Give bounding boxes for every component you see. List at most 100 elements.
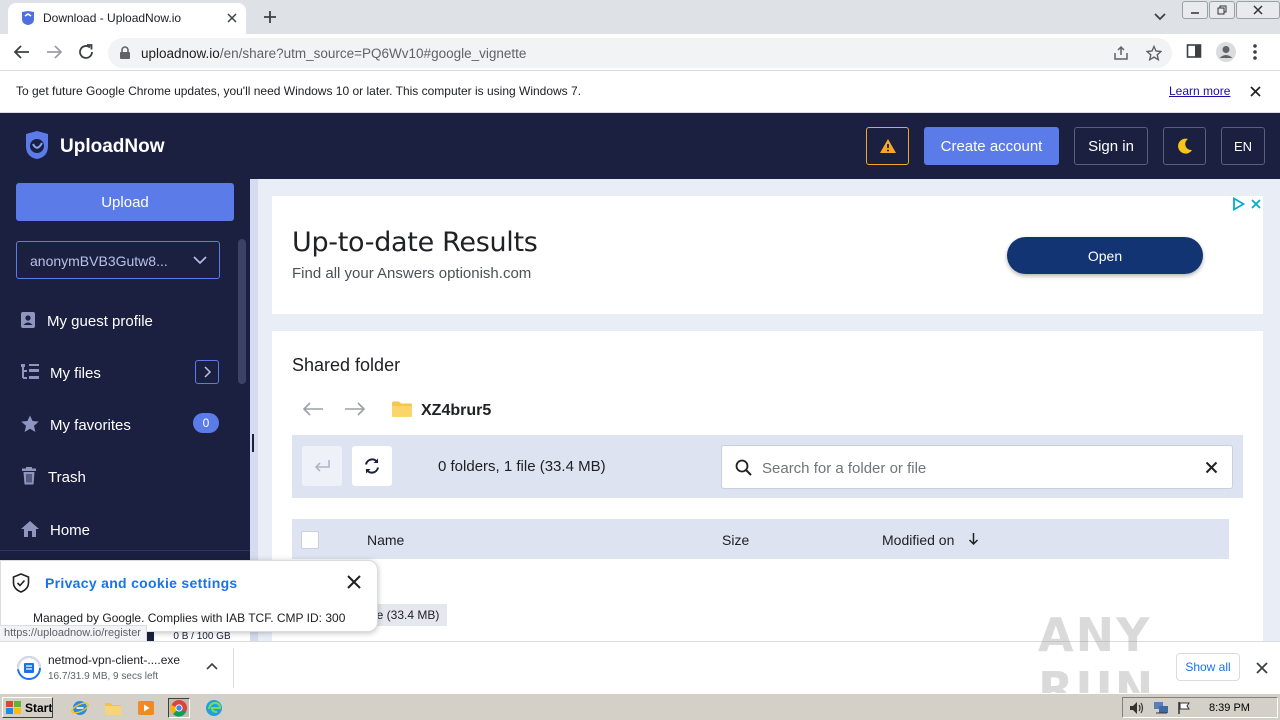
advertisement-banner[interactable]: Up-to-date Results Find all your Answers… — [272, 196, 1263, 314]
sidebar-item-home[interactable]: Home — [0, 510, 236, 550]
network-icon[interactable] — [1153, 701, 1169, 715]
side-panel-icon[interactable] — [1186, 43, 1202, 59]
address-bar[interactable]: uploadnow.io/en/share?utm_source=PQ6Wv10… — [108, 38, 1172, 68]
profile-avatar-icon[interactable] — [1215, 41, 1237, 63]
menu-kebab-icon[interactable] — [1252, 43, 1258, 61]
chrome-taskbar-icon[interactable] — [168, 698, 190, 718]
upload-button[interactable]: Upload — [16, 183, 234, 221]
download-progress-text: 16.7/31.9 MB, 9 secs left — [48, 671, 159, 682]
url-text[interactable]: uploadnow.io/en/share?utm_source=PQ6Wv10… — [141, 46, 526, 61]
favorites-count-badge: 0 — [193, 413, 219, 433]
column-header-size[interactable]: Size — [722, 532, 749, 548]
refresh-button[interactable] — [352, 446, 392, 486]
select-all-checkbox[interactable] — [301, 531, 319, 549]
window-close-icon[interactable] — [1236, 1, 1280, 19]
folder-name[interactable]: XZ4brur5 — [421, 402, 491, 420]
tab-close-icon[interactable] — [225, 11, 239, 25]
folder-forward-arrow-icon[interactable] — [344, 401, 366, 417]
tab-title: Download - UploadNow.io — [43, 11, 182, 25]
files-tree-icon — [20, 363, 40, 381]
infobar-close-icon[interactable] — [1249, 85, 1262, 98]
sidebar-scrollbar[interactable] — [238, 239, 246, 384]
search-box[interactable] — [721, 445, 1233, 489]
uploadnow-favicon-icon — [20, 10, 36, 26]
browser-tab[interactable]: Download - UploadNow.io — [8, 3, 246, 34]
learn-more-link[interactable]: Learn more — [1169, 84, 1230, 98]
parent-folder-button[interactable] — [302, 446, 342, 486]
refresh-icon — [363, 457, 381, 475]
search-input[interactable] — [762, 457, 1182, 479]
new-tab-icon[interactable] — [262, 9, 278, 25]
browser-toolbar: uploadnow.io/en/share?utm_source=PQ6Wv10… — [0, 34, 1280, 71]
folder-back-arrow-icon[interactable] — [302, 401, 324, 417]
file-explorer-icon[interactable] — [102, 698, 124, 718]
star-icon — [20, 415, 40, 433]
column-header-name[interactable]: Name — [367, 532, 404, 548]
status-bar-url: https://uploadnow.io/register — [0, 625, 147, 642]
start-button[interactable]: Start — [2, 697, 53, 718]
adchoices-play-icon[interactable] — [1232, 197, 1245, 211]
warning-triangle-icon — [879, 138, 897, 154]
minimize-icon[interactable] — [1182, 1, 1208, 19]
uploadnow-logo-icon[interactable] — [23, 130, 51, 160]
brand-name[interactable]: UploadNow — [60, 136, 165, 158]
ad-open-button[interactable]: Open — [1007, 237, 1203, 274]
sidebar-item-my-files[interactable]: My files — [0, 353, 236, 393]
infobar-message: To get future Google Chrome updates, you… — [16, 84, 582, 98]
account-select[interactable]: anonymBVB3Gutw8... — [16, 241, 220, 279]
ad-close-icon[interactable] — [1250, 197, 1262, 211]
privacy-close-icon[interactable] — [346, 574, 362, 590]
share-icon[interactable] — [1113, 45, 1129, 61]
account-name: anonymBVB3Gutw8... — [30, 253, 168, 269]
edge-icon[interactable] — [203, 698, 225, 718]
download-file-name[interactable]: netmod-vpn-client-....exe — [48, 653, 180, 667]
reload-icon[interactable] — [77, 43, 95, 61]
action-center-flag-icon[interactable] — [1177, 701, 1191, 715]
volume-icon[interactable] — [1129, 701, 1145, 715]
sidebar-item-trash[interactable]: Trash — [0, 457, 236, 497]
folder-icon — [392, 401, 412, 417]
privacy-managed-text: Managed by Google. Complies with IAB TCF… — [33, 611, 346, 625]
language-selector[interactable]: EN — [1221, 127, 1265, 165]
sidebar-item-guest-profile[interactable]: My guest profile — [0, 301, 236, 341]
media-player-icon[interactable] — [135, 698, 157, 718]
system-tray: 8:39 PM — [1122, 697, 1278, 718]
chrome-update-infobar: To get future Google Chrome updates, you… — [0, 71, 1280, 113]
panel-title: Shared folder — [292, 355, 401, 375]
storage-quota: 0 B / 100 GB — [154, 631, 250, 641]
sort-down-arrow-icon[interactable] — [968, 532, 979, 546]
start-label: Start — [25, 700, 53, 715]
forward-arrow-icon[interactable] — [45, 43, 63, 61]
privacy-cookie-popup[interactable]: Privacy and cookie settings Managed by G… — [0, 560, 378, 632]
windows-taskbar: Start 8:39 PM — [0, 693, 1280, 720]
warning-button[interactable] — [866, 127, 909, 165]
back-arrow-icon[interactable] — [13, 43, 31, 61]
ad-choices[interactable] — [1232, 197, 1262, 211]
restore-icon[interactable] — [1209, 1, 1235, 19]
sidebar-item-my-favorites[interactable]: My favorites 0 — [0, 405, 236, 445]
internet-explorer-icon[interactable] — [69, 698, 91, 718]
trash-icon — [20, 467, 38, 485]
search-clear-icon[interactable] — [1205, 461, 1218, 474]
folder-toolbar: 0 folders, 1 file (33.4 MB) — [292, 435, 1243, 498]
expand-chevron-right-icon[interactable] — [195, 360, 219, 384]
main-content: Up-to-date Results Find all your Answers… — [258, 179, 1280, 641]
tab-search-chevron-icon[interactable] — [1153, 10, 1167, 24]
create-account-button[interactable]: Create account — [924, 127, 1059, 165]
search-icon — [735, 459, 752, 476]
dark-mode-toggle[interactable] — [1163, 127, 1206, 165]
sign-in-button[interactable]: Sign in — [1074, 127, 1148, 165]
bookmark-star-icon[interactable] — [1146, 45, 1162, 61]
sidebar-item-label: My favorites — [50, 417, 131, 434]
lock-icon[interactable] — [119, 46, 131, 60]
return-arrow-icon — [313, 459, 331, 473]
download-options-chevron-icon[interactable] — [206, 662, 218, 670]
privacy-settings-link[interactable]: Privacy and cookie settings — [45, 575, 238, 591]
download-file-icon[interactable] — [17, 656, 41, 680]
column-header-modified[interactable]: Modified on — [882, 532, 954, 548]
window-controls — [1181, 0, 1280, 22]
shared-folder-panel: Shared folder XZ4brur5 0 folders, 1 file… — [272, 331, 1263, 641]
download-separator — [233, 648, 234, 688]
sidebar-item-label: Trash — [48, 469, 86, 486]
sidebar-item-label: Home — [50, 522, 91, 539]
